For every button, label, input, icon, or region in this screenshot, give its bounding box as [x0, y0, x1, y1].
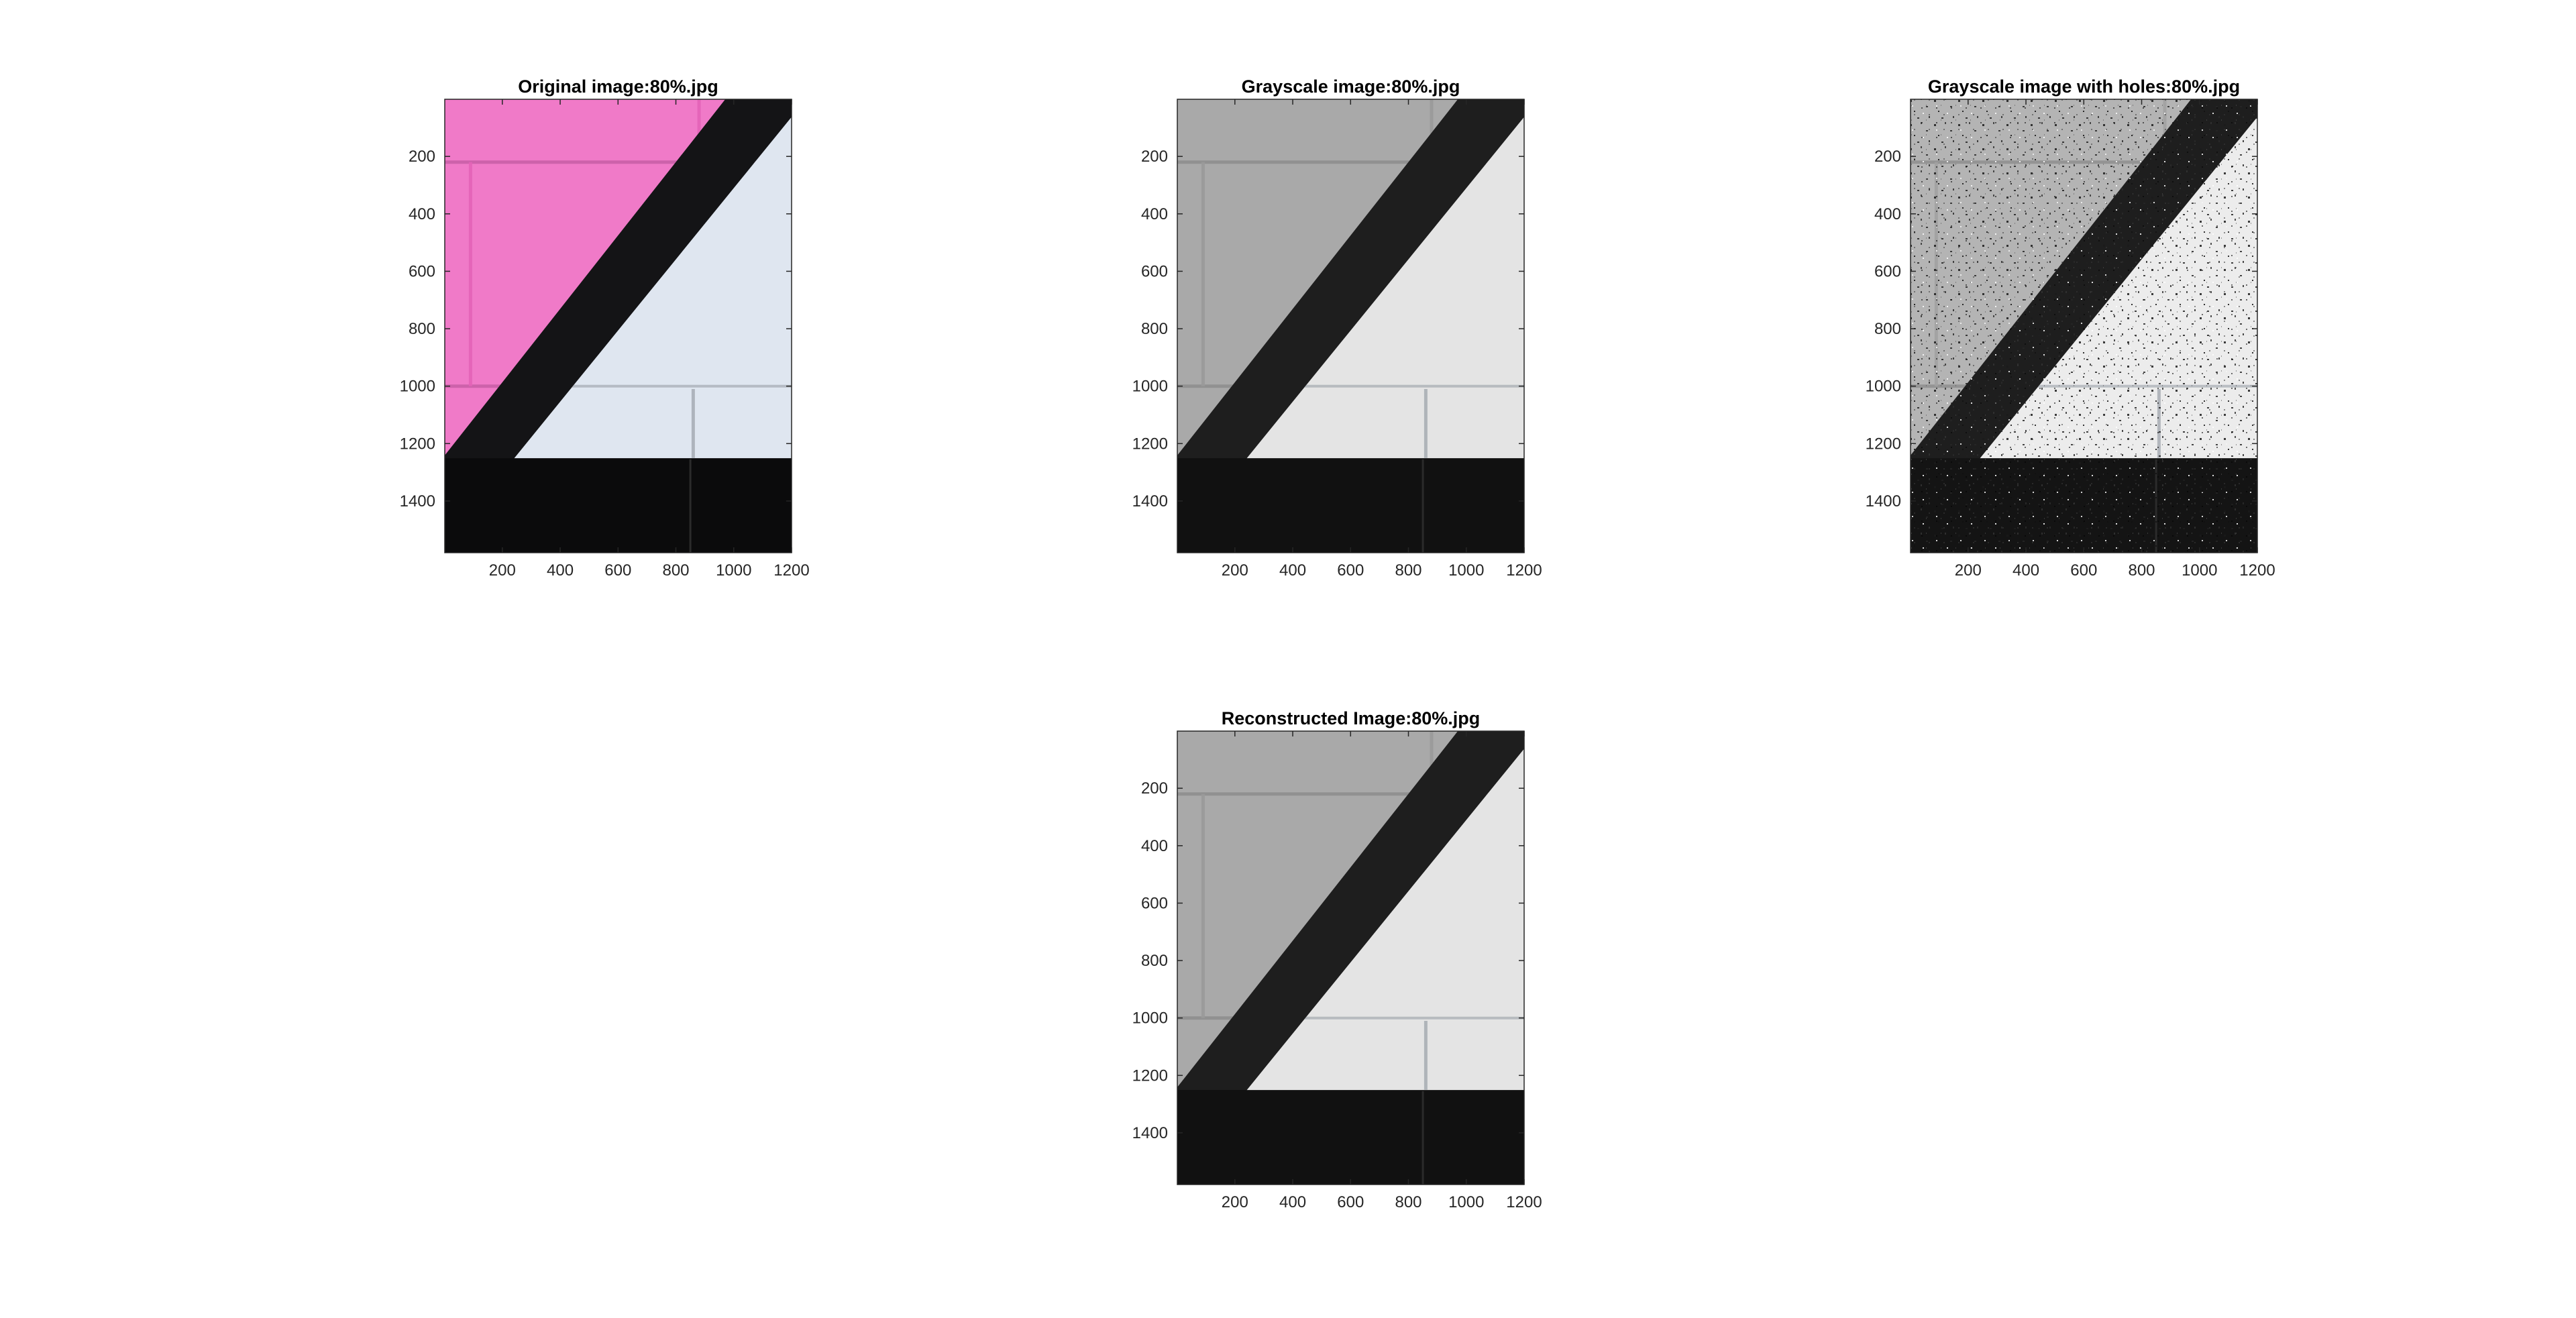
floor-band: [1177, 1091, 1524, 1185]
y-tick-label: 1200: [1132, 1066, 1168, 1085]
y-tick-label: 200: [1874, 148, 1901, 166]
x-tick-label: 1000: [1448, 561, 1484, 580]
holes-overlay-fine: [1911, 99, 2257, 553]
y-tick-label: 800: [409, 320, 435, 338]
x-tick-label: 200: [1955, 561, 1982, 580]
y-tick-label: 400: [1141, 837, 1168, 855]
y-tick-label: 1200: [1866, 435, 1901, 453]
y-tick-label: 1400: [1132, 492, 1168, 510]
y-tick-label: 800: [1874, 320, 1901, 338]
y-tick-label: 600: [1141, 262, 1168, 280]
x-tick-label: 400: [547, 561, 574, 580]
y-tick-label: 400: [1141, 205, 1168, 223]
y-tick-label: 1000: [1866, 378, 1901, 396]
x-tick-label: 200: [1222, 561, 1248, 580]
y-tick-label: 600: [1874, 262, 1901, 280]
y-tick-label: 1200: [400, 435, 435, 453]
y-tick-label: 1200: [1132, 435, 1168, 453]
y-tick-label: 1000: [400, 378, 435, 396]
x-tick-label: 800: [1395, 561, 1421, 580]
x-tick-label: 1000: [716, 561, 751, 580]
y-tick-label: 200: [1141, 779, 1168, 798]
y-tick-label: 400: [1874, 205, 1901, 223]
subplot-title: Grayscale image:80%.jpg: [1242, 76, 1460, 97]
x-tick-label: 600: [2070, 561, 2097, 580]
subplot-title: Original image:80%.jpg: [518, 76, 718, 97]
y-tick-label: 600: [409, 262, 435, 280]
y-tick-label: 1400: [1866, 492, 1901, 510]
x-tick-label: 600: [604, 561, 631, 580]
subplot-1: Original image:80%.jpg 200 400 600 800 1000 12…: [400, 76, 810, 580]
y-tick-label: 200: [409, 148, 435, 166]
y-tick-label: 800: [1141, 320, 1168, 338]
y-tick-label: 1400: [1132, 1124, 1168, 1142]
x-tick-label: 400: [2012, 561, 2039, 580]
x-tick-label: 200: [1222, 1193, 1248, 1211]
x-tick-label: 1000: [2182, 561, 2217, 580]
x-tick-label: 1200: [773, 561, 809, 580]
subplot-4: Reconstructed Image:80%.jpg 200 400 600 800 1…: [1132, 708, 1542, 1211]
x-tick-label: 600: [1337, 1193, 1364, 1211]
image-content: [1177, 99, 1524, 553]
image-content: [1911, 99, 2257, 553]
y-tick-label: 200: [1141, 148, 1168, 166]
x-tick-label: 1200: [1506, 561, 1542, 580]
y-tick-label: 1000: [1132, 378, 1168, 396]
x-tick-label: 200: [489, 561, 516, 580]
x-tick-label: 800: [662, 561, 689, 580]
x-tick-label: 800: [1395, 1193, 1421, 1211]
y-tick-label: 800: [1141, 952, 1168, 970]
x-tick-label: 400: [1279, 1193, 1306, 1211]
y-tick-label: 1000: [1132, 1009, 1168, 1028]
x-tick-label: 1200: [1506, 1193, 1542, 1211]
x-tick-label: 600: [1337, 561, 1364, 580]
image-content: [445, 99, 792, 553]
subplot-title: Grayscale image with holes:80%.jpg: [1928, 76, 2240, 97]
x-tick-label: 400: [1279, 561, 1306, 580]
floor-band: [445, 459, 792, 553]
y-tick-label: 400: [409, 205, 435, 223]
x-tick-label: 1200: [2239, 561, 2275, 580]
subplot-3: Grayscale image with holes:80%.jpg 200 400…: [1866, 76, 2275, 580]
y-tick-label: 1400: [400, 492, 435, 510]
y-tick-label: 600: [1141, 894, 1168, 912]
figure: Original image:80%.jpg 200 400 600 800 1000 12…: [0, 0, 2576, 1318]
x-tick-label: 1000: [1448, 1193, 1484, 1211]
subplot-title: Reconstructed Image:80%.jpg: [1222, 708, 1481, 728]
x-tick-label: 800: [2128, 561, 2155, 580]
subplot-2: Grayscale image:80%.jpg 200 400 600 800 1000 1…: [1132, 76, 1542, 580]
image-content: [1177, 731, 1524, 1185]
floor-band: [1177, 459, 1524, 553]
